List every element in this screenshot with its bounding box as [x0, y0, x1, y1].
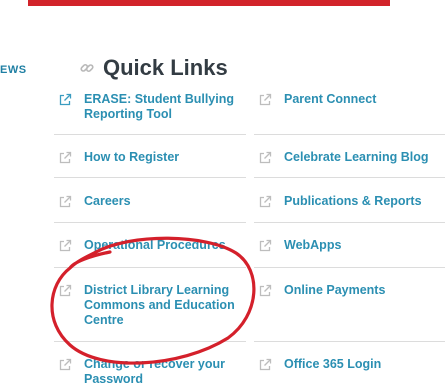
row-divider: [54, 341, 246, 342]
external-link-icon: [59, 239, 72, 252]
quick-link-district-library[interactable]: District Library Learning Commons and Ed…: [54, 283, 246, 328]
quick-link-publications-reports[interactable]: Publications & Reports: [254, 194, 445, 209]
link-label[interactable]: Celebrate Learning Blog: [284, 150, 428, 165]
link-icon: [80, 64, 94, 72]
row-divider: [254, 222, 445, 223]
quick-link-office-365-login[interactable]: Office 365 Login: [254, 357, 445, 372]
link-label[interactable]: District Library Learning Commons and Ed…: [84, 283, 246, 328]
row-divider: [54, 267, 246, 268]
link-label[interactable]: Parent Connect: [284, 92, 376, 107]
row-divider: [54, 222, 246, 223]
link-label[interactable]: ERASE: Student Bullying Reporting Tool: [84, 92, 246, 122]
external-link-icon: [59, 284, 72, 297]
link-label[interactable]: WebApps: [284, 238, 341, 253]
quick-link-change-password[interactable]: Change or recover your Password: [54, 357, 246, 387]
row-divider: [254, 341, 445, 342]
external-link-icon: [259, 195, 272, 208]
row-divider: [254, 267, 445, 268]
link-label[interactable]: Careers: [84, 194, 131, 209]
quick-link-webapps[interactable]: WebApps: [254, 238, 445, 253]
link-label[interactable]: Operational Procedures: [84, 238, 226, 253]
quick-link-how-to-register[interactable]: How to Register: [54, 150, 246, 165]
quick-link-parent-connect[interactable]: Parent Connect: [254, 92, 445, 107]
link-label[interactable]: Office 365 Login: [284, 357, 381, 372]
quick-link-erase[interactable]: ERASE: Student Bullying Reporting Tool: [54, 92, 246, 122]
side-tab-news[interactable]: EWS: [0, 64, 27, 76]
link-label[interactable]: Publications & Reports: [284, 194, 422, 209]
link-label[interactable]: How to Register: [84, 150, 179, 165]
row-divider: [254, 177, 445, 178]
top-accent-rule: [28, 0, 390, 6]
quick-link-celebrate-learning-blog[interactable]: Celebrate Learning Blog: [254, 150, 445, 165]
external-link-icon: [259, 284, 272, 297]
external-link-icon: [59, 93, 72, 106]
external-link-icon: [59, 195, 72, 208]
external-link-icon: [259, 93, 272, 106]
external-link-icon: [259, 151, 272, 164]
link-label[interactable]: Online Payments: [284, 283, 385, 298]
quick-link-careers[interactable]: Careers: [54, 194, 246, 209]
link-label[interactable]: Change or recover your Password: [84, 357, 246, 387]
external-link-icon: [259, 358, 272, 371]
quick-link-online-payments[interactable]: Online Payments: [254, 283, 445, 298]
external-link-icon: [59, 358, 72, 371]
external-link-icon: [59, 151, 72, 164]
external-link-icon: [259, 239, 272, 252]
row-divider: [54, 134, 246, 135]
quick-links-heading: Quick Links: [80, 55, 228, 81]
section-title: Quick Links: [103, 55, 228, 80]
row-divider: [54, 177, 246, 178]
quick-link-operational-procedures[interactable]: Operational Procedures: [54, 238, 246, 253]
row-divider: [254, 134, 445, 135]
